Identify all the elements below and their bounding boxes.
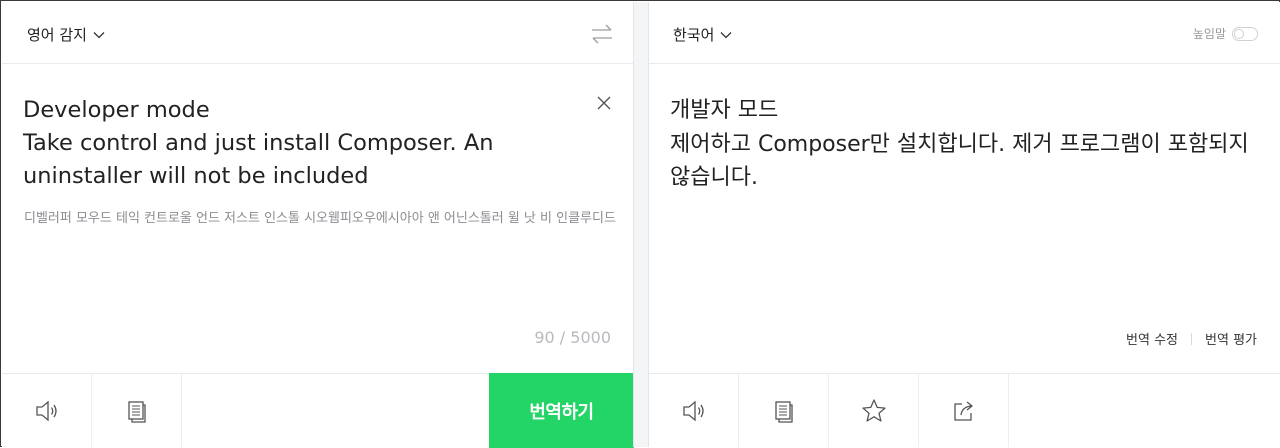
favorite-button[interactable] bbox=[829, 374, 919, 447]
copy-icon bbox=[127, 400, 146, 423]
feedback-divider bbox=[1191, 332, 1193, 345]
close-icon[interactable] bbox=[595, 94, 613, 112]
panel-divider bbox=[633, 2, 649, 447]
char-count: 90 / 5000 bbox=[534, 328, 611, 347]
source-pronunciation: 디벨러퍼 모우드 테익 컨트로울 언드 저스트 인스톨 시오웸피오우에시아아 앤… bbox=[24, 211, 616, 226]
translate-button[interactable]: 번역하기 bbox=[489, 373, 634, 448]
source-text-input[interactable]: Developer mode Take control and just ins… bbox=[23, 94, 583, 193]
honorific-label: 높임말 bbox=[1192, 27, 1226, 41]
share-button[interactable] bbox=[919, 374, 1009, 447]
target-panel: 한국어 높임말 개발자 모드 제어하고 Composer만 설치합니다. 제거 … bbox=[649, 2, 1280, 447]
rate-translation-link[interactable]: 번역 평가 bbox=[1205, 329, 1257, 348]
chevron-down-icon bbox=[93, 31, 105, 38]
source-topbar: 영어 감지 bbox=[2, 2, 633, 64]
source-language-select[interactable]: 영어 감지 bbox=[27, 24, 106, 45]
copy-icon bbox=[774, 400, 793, 423]
swap-arrows-icon[interactable] bbox=[589, 22, 615, 46]
target-topbar: 한국어 높임말 bbox=[649, 2, 1280, 64]
chevron-down-icon bbox=[720, 31, 732, 38]
source-speak-button[interactable] bbox=[2, 374, 92, 447]
speaker-icon bbox=[682, 400, 704, 421]
source-toolbar: 번역하기 bbox=[2, 373, 634, 448]
translation-feedback: 번역 수정 번역 평가 bbox=[1126, 329, 1257, 348]
edit-translation-link[interactable]: 번역 수정 bbox=[1126, 329, 1178, 348]
honorific-option: 높임말 bbox=[1193, 25, 1258, 42]
source-language-label: 영어 감지 bbox=[27, 26, 87, 44]
target-toolbar bbox=[649, 373, 1280, 447]
speaker-icon bbox=[35, 400, 57, 421]
source-copy-button[interactable] bbox=[92, 374, 182, 447]
star-icon bbox=[861, 398, 886, 422]
target-language-label: 한국어 bbox=[673, 26, 715, 44]
target-language-select[interactable]: 한국어 bbox=[673, 24, 733, 45]
share-icon bbox=[953, 400, 973, 421]
target-copy-button[interactable] bbox=[739, 374, 829, 447]
translated-text: 개발자 모드 제어하고 Composer만 설치합니다. 제거 프로그램이 포함… bbox=[670, 98, 1249, 190]
honorific-toggle[interactable] bbox=[1232, 26, 1258, 41]
toggle-knob bbox=[1234, 28, 1244, 39]
target-speak-button[interactable] bbox=[649, 374, 739, 447]
source-panel: 영어 감지 Developer mode Take control and ju… bbox=[2, 2, 634, 448]
translator-window: 영어 감지 Developer mode Take control and ju… bbox=[0, 0, 1280, 448]
